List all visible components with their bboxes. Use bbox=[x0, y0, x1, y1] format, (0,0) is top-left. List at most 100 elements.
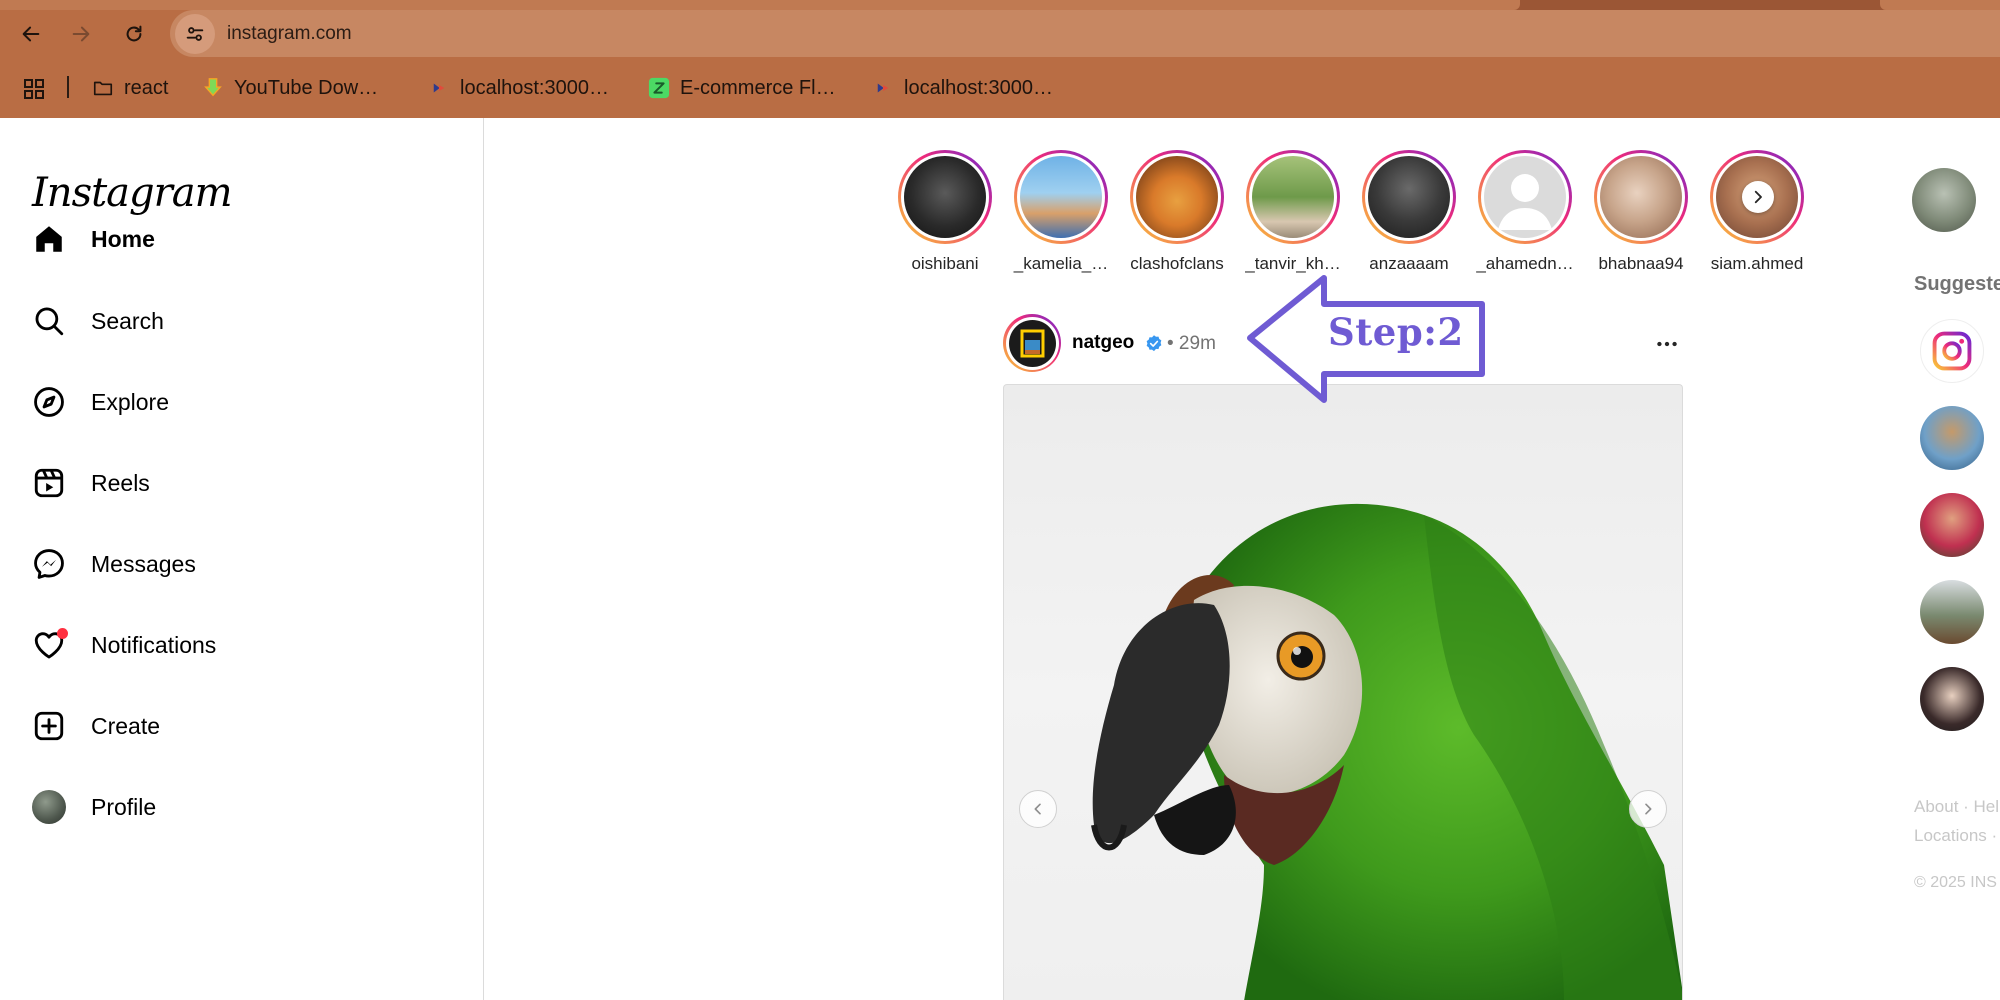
bookmark-label: YouTube Dow… bbox=[234, 76, 379, 99]
step-annotation: Step:2 bbox=[1246, 274, 1488, 404]
instagram-icon bbox=[1932, 331, 1972, 371]
suggested-title: Suggeste bbox=[1914, 273, 2000, 295]
story-avatar bbox=[1020, 156, 1102, 238]
bookmarks-separator bbox=[67, 76, 69, 98]
story-username: bhabnaa94 bbox=[1598, 254, 1684, 273]
suggested-user-avatar[interactable] bbox=[1920, 319, 1984, 383]
site-info-button[interactable] bbox=[175, 13, 215, 54]
chevron-right-icon bbox=[1645, 803, 1652, 815]
post-image[interactable] bbox=[1003, 384, 1683, 1000]
post-timestamp: • 29m bbox=[1167, 333, 1216, 354]
bookmark-react[interactable]: react bbox=[92, 72, 168, 104]
apps-grid-icon[interactable] bbox=[22, 77, 46, 101]
heart-icon bbox=[30, 626, 68, 664]
story-avatar bbox=[1136, 156, 1218, 238]
instagram-logo[interactable]: Instagram bbox=[32, 170, 233, 216]
sidebar-item-reels[interactable]: Reels bbox=[30, 455, 450, 511]
sidebar-item-label: Explore bbox=[91, 388, 169, 415]
arrow-left-icon bbox=[22, 26, 40, 42]
bookmark-localhost-1[interactable]: localhost:3000… bbox=[428, 72, 609, 104]
story-username: _kamelia_… bbox=[1013, 254, 1109, 273]
forward-button[interactable] bbox=[64, 17, 98, 51]
footer-line[interactable]: Locations · bbox=[1914, 821, 1999, 850]
story-item[interactable]: clashofclans bbox=[1122, 150, 1232, 274]
bookmark-label: react bbox=[124, 76, 169, 99]
current-user-avatar[interactable] bbox=[1912, 168, 1976, 232]
footer-line[interactable]: About · Hel bbox=[1914, 792, 1999, 821]
sidebar-item-label: Create bbox=[91, 712, 161, 739]
tune-icon bbox=[186, 26, 204, 41]
back-button[interactable] bbox=[14, 17, 48, 51]
parrot-illustration bbox=[1091, 503, 1682, 1000]
suggested-user-avatar[interactable] bbox=[1920, 580, 1984, 644]
reload-icon bbox=[126, 25, 142, 42]
reels-icon bbox=[30, 464, 68, 502]
download-icon bbox=[202, 77, 224, 99]
story-item[interactable]: _kamelia_… bbox=[1006, 150, 1116, 274]
bookmark-label: localhost:3000… bbox=[904, 76, 1053, 99]
messages-icon bbox=[30, 545, 68, 583]
suggested-user-avatar[interactable] bbox=[1920, 493, 1984, 557]
bookmark-label: E-commerce Fl… bbox=[680, 76, 836, 99]
story-avatar bbox=[1600, 156, 1682, 238]
stories-tray: oishibani _kamelia_… clashofclans _tanvi… bbox=[890, 150, 1820, 280]
bookmarks-bar: react YouTube Dow… localhost:3000… E-com… bbox=[0, 68, 2000, 108]
right-sidebar: Suggeste About · Hel Locations · © 2025 … bbox=[1912, 118, 2000, 1000]
story-username: _ahamedn… bbox=[1476, 254, 1574, 273]
sidebar-item-label: Notifications bbox=[91, 631, 217, 658]
bookmark-localhost-2[interactable]: localhost:3000… bbox=[872, 72, 1053, 104]
story-avatar bbox=[1252, 156, 1334, 238]
chevron-left-icon bbox=[1034, 803, 1041, 815]
step-label: Step:2 bbox=[1328, 310, 1464, 354]
footer-links[interactable]: About · Hel Locations · bbox=[1914, 792, 1999, 850]
bookmark-youtube-downloader[interactable]: YouTube Dow… bbox=[202, 72, 378, 104]
natgeo-avatar bbox=[1008, 319, 1056, 367]
more-horizontal-icon bbox=[1657, 341, 1677, 347]
sidebar-item-create[interactable]: Create bbox=[30, 698, 450, 754]
folder-icon bbox=[92, 77, 114, 99]
verified-badge-icon bbox=[1146, 335, 1162, 352]
url-text[interactable]: instagram.com bbox=[227, 23, 352, 45]
create-icon bbox=[30, 707, 68, 745]
story-item[interactable]: _ahamedn… bbox=[1470, 150, 1580, 274]
address-bar[interactable]: instagram.com bbox=[170, 10, 2000, 57]
default-avatar-icon bbox=[1484, 156, 1566, 238]
sidebar-item-search[interactable]: Search bbox=[30, 293, 450, 349]
story-item[interactable]: anzaaaam bbox=[1354, 150, 1464, 274]
post-username[interactable]: natgeo bbox=[1072, 332, 1134, 354]
sidebar-item-home[interactable]: Home bbox=[30, 211, 450, 267]
bookmark-ecommerce[interactable]: E-commerce Fl… bbox=[648, 72, 836, 104]
arrow-right-icon bbox=[72, 26, 90, 42]
browser-toolbar: instagram.com react YouTube Dow… localho… bbox=[0, 0, 2000, 118]
sidebar-item-explore[interactable]: Explore bbox=[30, 374, 450, 430]
react-icon bbox=[872, 77, 894, 99]
story-avatar bbox=[1368, 156, 1450, 238]
story-item[interactable]: _tanvir_kh… bbox=[1238, 150, 1348, 274]
sidebar-item-profile[interactable]: Profile bbox=[30, 779, 450, 835]
suggested-user-avatar[interactable] bbox=[1920, 406, 1984, 470]
sidebar-item-label: Reels bbox=[91, 469, 150, 496]
carousel-prev-button[interactable] bbox=[1019, 790, 1057, 828]
story-username: oishibani bbox=[911, 254, 979, 273]
carousel-next-button[interactable] bbox=[1629, 790, 1667, 828]
story-item[interactable]: bhabnaa94 bbox=[1586, 150, 1696, 274]
react-icon bbox=[428, 77, 450, 99]
post-author-avatar[interactable] bbox=[1003, 314, 1061, 372]
sidebar: Instagram Home Search Explore Reels Mess… bbox=[0, 118, 484, 1000]
bookmark-label: localhost:3000… bbox=[460, 76, 609, 99]
post-more-options-button[interactable] bbox=[1651, 328, 1683, 360]
copyright: © 2025 INS bbox=[1914, 874, 1997, 891]
story-username: anzaaaam bbox=[1369, 254, 1449, 273]
story-username: siam.ahmed bbox=[1710, 254, 1804, 273]
sidebar-item-label: Search bbox=[91, 307, 164, 334]
tab-strip bbox=[0, 0, 2000, 10]
sidebar-item-label: Profile bbox=[91, 793, 157, 820]
story-item[interactable]: oishibani bbox=[890, 150, 1000, 274]
sidebar-item-label: Messages bbox=[91, 550, 196, 577]
search-icon bbox=[30, 302, 68, 340]
reload-button[interactable] bbox=[117, 17, 151, 51]
suggested-user-avatar[interactable] bbox=[1920, 667, 1984, 731]
sidebar-item-notifications[interactable]: Notifications bbox=[30, 617, 450, 673]
stories-next-button[interactable] bbox=[1742, 181, 1774, 213]
sidebar-item-messages[interactable]: Messages bbox=[30, 536, 450, 592]
